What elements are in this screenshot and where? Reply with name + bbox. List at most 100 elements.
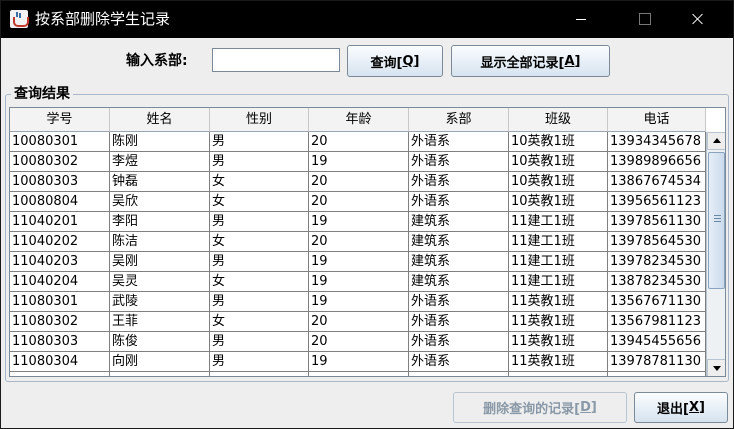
table-row[interactable] [10, 372, 706, 376]
table-cell[interactable]: 11080302 [10, 312, 110, 332]
table-cell[interactable]: 19 [309, 252, 409, 272]
table-cell[interactable]: 11建工1班 [509, 212, 608, 232]
table-cell[interactable]: 建筑系 [409, 212, 509, 232]
table-cell[interactable]: 李煜 [110, 152, 210, 172]
table-row[interactable]: 10080302 李煜男 19 外语系 10英教1班 13989896656 [10, 152, 706, 172]
table-cell[interactable]: 19 [309, 272, 409, 292]
table-cell[interactable]: 13867674534 [608, 172, 706, 192]
table-cell[interactable]: 20 [309, 192, 409, 212]
scroll-down-icon[interactable] [707, 359, 725, 376]
table-cell[interactable]: 李阳 [110, 212, 210, 232]
table-row[interactable]: 11080302 王菲女 20 外语系 11英教1班 13567981123 [10, 312, 706, 332]
maximize-icon[interactable] [621, 1, 667, 38]
table-cell[interactable]: 13567981123 [608, 312, 706, 332]
query-button[interactable]: 查询[Q] [347, 45, 443, 77]
table-cell[interactable]: 男 [210, 132, 309, 152]
scroll-up-icon[interactable] [707, 132, 725, 150]
close-icon[interactable] [675, 1, 721, 38]
column-header[interactable]: 性别 [210, 108, 309, 132]
table-cell[interactable]: 20 [309, 332, 409, 352]
table-cell[interactable]: 11040204 [10, 272, 110, 292]
table-row[interactable]: 10080303 钟磊女 20 外语系 10英教1班 13867674534 [10, 172, 706, 192]
show-all-button[interactable]: 显示全部记录[A] [451, 45, 610, 77]
table-cell[interactable]: 13945455656 [608, 332, 706, 352]
table-cell[interactable]: 11080303 [10, 332, 110, 352]
table-cell[interactable]: 11040203 [10, 252, 110, 272]
table-cell[interactable]: 13978564530 [608, 232, 706, 252]
table-row[interactable]: 11080304 向刚男 19 外语系 11英教1班 13978781130 [10, 352, 706, 372]
table-cell[interactable] [509, 372, 608, 376]
table-cell[interactable]: 13956561123 [608, 192, 706, 212]
table-cell[interactable]: 10080301 [10, 132, 110, 152]
table-cell[interactable]: 13989896656 [608, 152, 706, 172]
table-cell[interactable]: 外语系 [409, 172, 509, 192]
column-header[interactable]: 学号 [10, 108, 110, 132]
table-cell[interactable]: 11建工1班 [509, 252, 608, 272]
table-cell[interactable]: 20 [309, 172, 409, 192]
table-cell[interactable]: 钟磊 [110, 172, 210, 192]
table-cell[interactable]: 11建工1班 [509, 232, 608, 252]
table-cell[interactable]: 陈刚 [110, 132, 210, 152]
table-cell[interactable]: 19 [309, 152, 409, 172]
table-cell[interactable]: 11040201 [10, 212, 110, 232]
table-cell[interactable]: 19 [309, 292, 409, 312]
table-row[interactable]: 11040202 陈洁女 20 建筑系 11建工1班 13978564530 [10, 232, 706, 252]
column-header[interactable]: 系部 [409, 108, 509, 132]
table-row[interactable]: 11040204 吴灵女 19 建筑系 11建工1班 13878234530 [10, 272, 706, 292]
table-cell[interactable]: 11英教1班 [509, 332, 608, 352]
exit-button[interactable]: 退出[X] [634, 392, 728, 423]
table-cell[interactable]: 19 [309, 352, 409, 372]
table-cell[interactable]: 11英教1班 [509, 312, 608, 332]
table-cell[interactable]: 外语系 [409, 352, 509, 372]
table-cell[interactable]: 10080804 [10, 192, 110, 212]
table-cell[interactable]: 外语系 [409, 312, 509, 332]
table-cell[interactable]: 10080303 [10, 172, 110, 192]
table-cell[interactable]: 建筑系 [409, 272, 509, 292]
table-cell[interactable]: 11建工1班 [509, 272, 608, 292]
table-cell[interactable]: 外语系 [409, 292, 509, 312]
table-cell[interactable]: 11080304 [10, 352, 110, 372]
table-cell[interactable]: 陈俊 [110, 332, 210, 352]
table-cell[interactable] [409, 372, 509, 376]
table-cell[interactable]: 陈洁 [110, 232, 210, 252]
vertical-scrollbar[interactable] [706, 132, 725, 376]
table-cell[interactable]: 向刚 [110, 352, 210, 372]
delete-records-button[interactable]: 删除查询的记录[D] [453, 392, 627, 423]
table-cell[interactable] [309, 372, 409, 376]
title-bar[interactable]: 按系部删除学生记录 [1, 1, 733, 38]
table-cell[interactable]: 13978561130 [608, 212, 706, 232]
table-cell[interactable]: 20 [309, 232, 409, 252]
table-cell[interactable]: 10英教1班 [509, 172, 608, 192]
table-cell[interactable]: 13567671130 [608, 292, 706, 312]
table-row[interactable]: 11040203 吴刚男 19 建筑系 11建工1班 13978234530 [10, 252, 706, 272]
table-cell[interactable]: 吴欣 [110, 192, 210, 212]
column-header[interactable]: 电话 [608, 108, 706, 132]
table-row[interactable]: 10080301 陈刚男 20 外语系 10英教1班 13934345678 [10, 132, 706, 152]
table-cell[interactable] [210, 372, 309, 376]
table-cell[interactable]: 外语系 [409, 192, 509, 212]
table-cell[interactable]: 13978234530 [608, 252, 706, 272]
table-cell[interactable]: 建筑系 [409, 252, 509, 272]
table-cell[interactable] [10, 372, 110, 376]
table-row[interactable]: 11040201 李阳男 19 建筑系 11建工1班 13978561130 [10, 212, 706, 232]
column-header[interactable]: 班级 [509, 108, 608, 132]
table-cell[interactable]: 11040202 [10, 232, 110, 252]
table-cell[interactable]: 女 [210, 192, 309, 212]
table-cell[interactable]: 男 [210, 212, 309, 232]
table-cell[interactable]: 10英教1班 [509, 192, 608, 212]
table-cell[interactable]: 建筑系 [409, 232, 509, 252]
table-cell[interactable]: 王菲 [110, 312, 210, 332]
table-cell[interactable]: 外语系 [409, 332, 509, 352]
table-cell[interactable]: 11080301 [10, 292, 110, 312]
column-header[interactable]: 姓名 [110, 108, 210, 132]
table-cell[interactable]: 女 [210, 272, 309, 292]
table-cell[interactable]: 男 [210, 352, 309, 372]
table-cell[interactable]: 20 [309, 132, 409, 152]
table-row[interactable]: 10080804 吴欣女 20 外语系 10英教1班 13956561123 [10, 192, 706, 212]
table-cell[interactable]: 19 [309, 212, 409, 232]
table-cell[interactable]: 20 [309, 312, 409, 332]
table-cell[interactable]: 13978781130 [608, 352, 706, 372]
table-row[interactable]: 11080301 武陵男 19 外语系 11英教1班 13567671130 [10, 292, 706, 312]
table-cell[interactable]: 11英教1班 [509, 292, 608, 312]
table-cell[interactable]: 男 [210, 152, 309, 172]
